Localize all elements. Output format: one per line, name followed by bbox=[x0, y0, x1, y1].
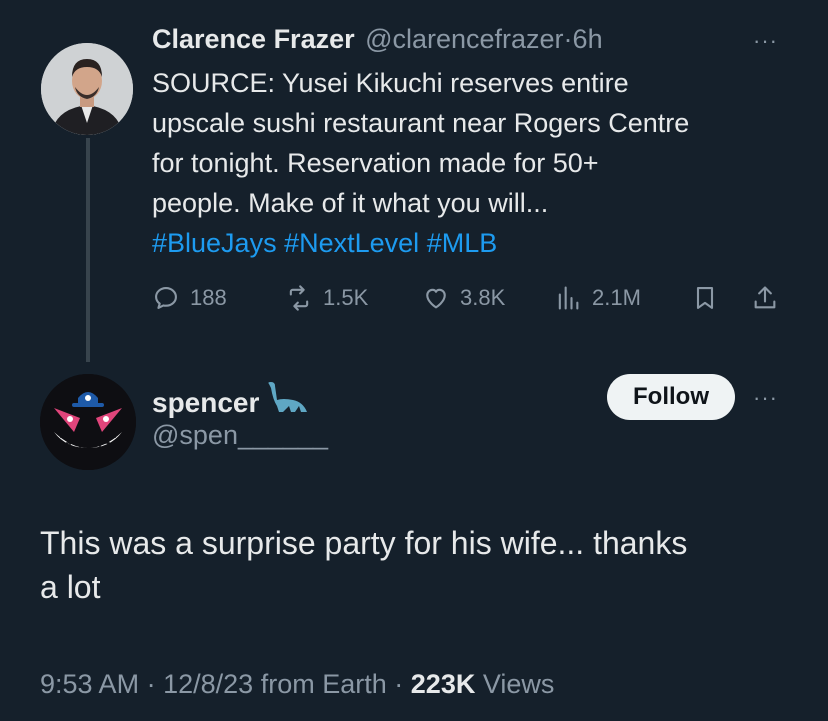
views-count: 2.1M bbox=[592, 285, 641, 310]
tweet-line: for tonight. Reservation made for 50+ bbox=[152, 148, 599, 178]
avatar-spencer[interactable] bbox=[40, 374, 136, 470]
tweet-header: Clarence Frazer @clarencefrazer·6h bbox=[152, 24, 603, 55]
tweet-body: SOURCE: Yusei Kikuchi reserves entire up… bbox=[152, 63, 812, 263]
header-separator: · bbox=[563, 24, 573, 54]
tweet-time[interactable]: 6h bbox=[573, 24, 603, 54]
bookmark-icon bbox=[696, 287, 714, 309]
views-action[interactable]: 2.1M bbox=[554, 284, 641, 312]
reply-icon bbox=[155, 287, 177, 309]
views-total: 223K bbox=[410, 669, 476, 699]
meta-separator: · bbox=[146, 669, 156, 699]
tweet-date[interactable]: 12/8/23 bbox=[163, 669, 253, 699]
hashtag-link[interactable]: #MLB bbox=[427, 228, 498, 258]
reply-line: a lot bbox=[40, 569, 101, 605]
author-handle[interactable]: @clarencefrazer bbox=[365, 24, 563, 54]
reply-body: This was a surprise party for his wife..… bbox=[40, 521, 820, 609]
retweet-icon bbox=[289, 285, 309, 311]
reply-action[interactable]: 188 bbox=[152, 284, 227, 312]
author-handle[interactable]: @spen______ bbox=[152, 420, 328, 451]
hashtag-link[interactable]: #BlueJays bbox=[152, 228, 277, 258]
follow-button[interactable]: Follow bbox=[607, 374, 735, 420]
reply-line: This was a surprise party for his wife..… bbox=[40, 525, 688, 561]
brachiosaurus-icon bbox=[265, 380, 309, 419]
share-icon bbox=[754, 286, 776, 309]
author-name[interactable]: Clarence Frazer bbox=[152, 24, 355, 54]
analytics-icon bbox=[558, 286, 579, 310]
tweet-line: people. Make of it what you will... bbox=[152, 188, 549, 218]
reply-header: spencer bbox=[152, 380, 309, 419]
author-name[interactable]: spencer bbox=[152, 387, 259, 419]
more-options-button[interactable]: ··· bbox=[753, 385, 778, 411]
retweet-count: 1.5K bbox=[323, 285, 369, 310]
reply-count: 188 bbox=[190, 285, 227, 310]
tweet-line: upscale sushi restaurant near Rogers Cen… bbox=[152, 108, 690, 138]
retweet-action[interactable]: 1.5K bbox=[285, 284, 368, 312]
tweet-line: SOURCE: Yusei Kikuchi reserves entire bbox=[152, 68, 629, 98]
views-label: Views bbox=[482, 669, 555, 699]
profile-photo-icon bbox=[41, 43, 133, 135]
thread-connector-line bbox=[86, 138, 90, 362]
more-options-button[interactable]: ··· bbox=[753, 28, 778, 54]
heart-icon bbox=[426, 288, 446, 309]
tweet-timestamp[interactable]: 9:53 AM bbox=[40, 669, 139, 699]
hashtag-link[interactable]: #NextLevel bbox=[284, 228, 419, 258]
like-count: 3.8K bbox=[460, 285, 506, 310]
ghost-face-icon bbox=[40, 374, 136, 470]
hashtag-line: #BlueJays #NextLevel #MLB bbox=[152, 223, 812, 263]
meta-separator: · bbox=[394, 669, 404, 699]
avatar-clarence-frazer[interactable] bbox=[41, 43, 133, 135]
tweet-source: from Earth bbox=[260, 669, 387, 699]
like-action[interactable]: 3.8K bbox=[422, 284, 505, 312]
share-action[interactable] bbox=[751, 284, 779, 312]
tweet-meta: 9:53 AM · 12/8/23 from Earth · 223K View… bbox=[40, 669, 554, 700]
bookmark-action[interactable] bbox=[691, 284, 719, 312]
